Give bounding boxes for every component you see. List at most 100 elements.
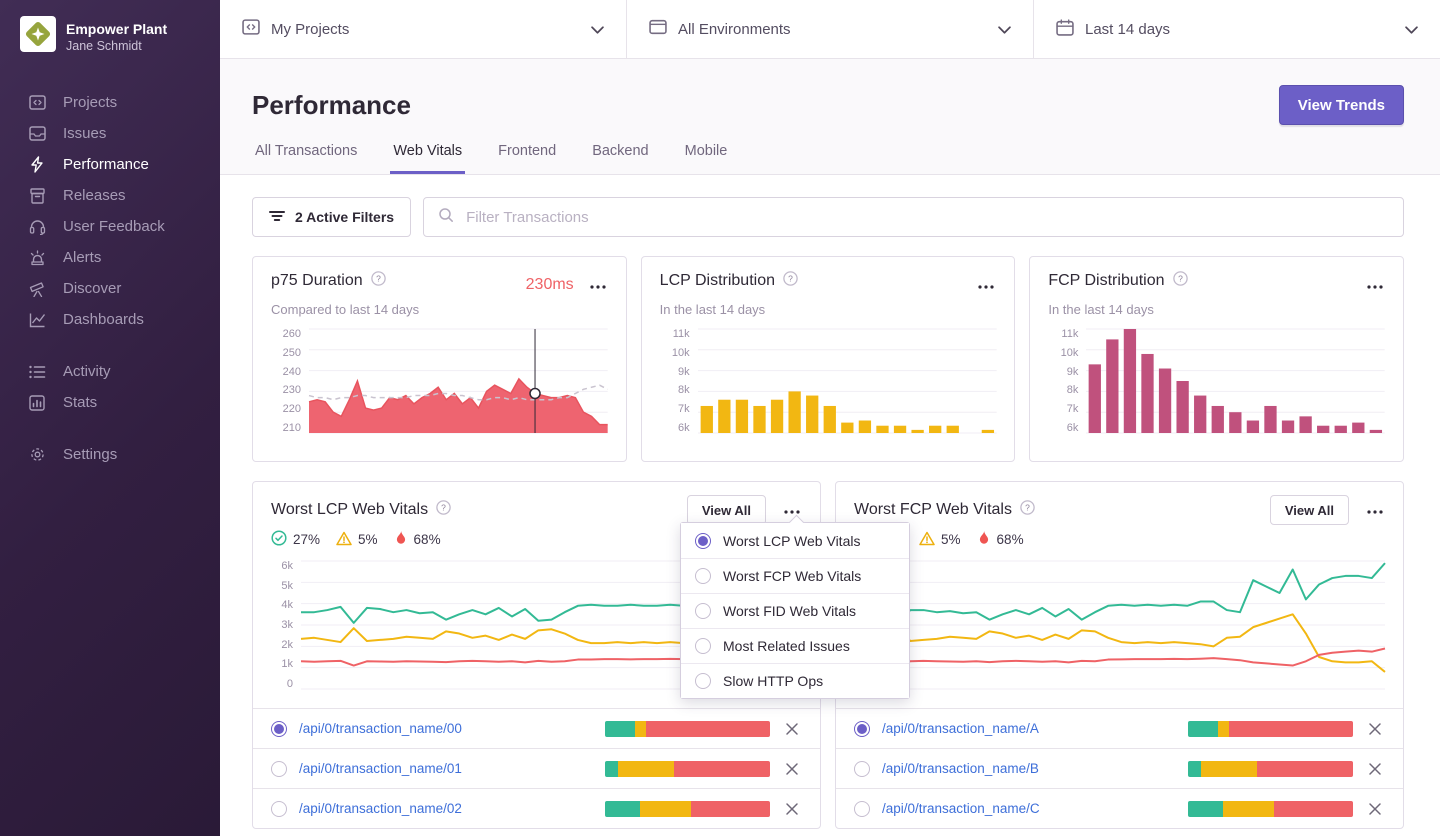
- tab-web-vitals[interactable]: Web Vitals: [390, 143, 465, 174]
- lcp-distribution-chart: [698, 329, 997, 433]
- sidebar-item-issues[interactable]: Issues: [0, 118, 220, 149]
- worst-fcp-title: Worst FCP Web Vitals: [854, 501, 1012, 519]
- active-filters-button[interactable]: 2 Active Filters: [252, 197, 411, 237]
- sidebar-item-dashboards[interactable]: Dashboards: [0, 304, 220, 335]
- help-icon[interactable]: ?: [1020, 500, 1035, 520]
- project-selector[interactable]: My Projects: [220, 0, 626, 58]
- transaction-radio[interactable]: [854, 801, 870, 817]
- transaction-radio[interactable]: [271, 761, 287, 777]
- close-icon[interactable]: [1365, 759, 1385, 779]
- meh-percent: 5%: [358, 532, 378, 547]
- org-user: Jane Schmidt: [66, 38, 167, 54]
- dropdown-item-slow-http-ops[interactable]: Slow HTTP Ops: [681, 663, 909, 698]
- transaction-radio[interactable]: [271, 801, 287, 817]
- web-vitals-cards-row: Worst LCP Web Vitals ? View All 27% 5%: [252, 481, 1404, 829]
- active-filters-label: 2 Active Filters: [295, 209, 394, 225]
- transaction-row: /api/0/transaction_name/00: [253, 708, 820, 748]
- good-percent: 27%: [293, 532, 320, 547]
- transaction-link[interactable]: /api/0/transaction_name/02: [299, 801, 593, 816]
- dropdown-item-label: Worst FCP Web Vitals: [723, 568, 861, 584]
- transaction-link[interactable]: /api/0/transaction_name/C: [882, 801, 1176, 816]
- close-icon[interactable]: [782, 719, 802, 739]
- dropdown-radio: [695, 568, 711, 584]
- transaction-radio[interactable]: [854, 761, 870, 777]
- svg-text:?: ?: [788, 273, 793, 283]
- sidebar-item-settings[interactable]: Settings: [0, 439, 220, 470]
- warning-triangle-icon: [919, 531, 935, 549]
- close-icon[interactable]: [1365, 719, 1385, 739]
- tab-frontend[interactable]: Frontend: [495, 143, 559, 174]
- help-icon[interactable]: ?: [783, 271, 798, 291]
- issues-icon: [28, 125, 46, 143]
- worst-fcp-chart: [884, 561, 1385, 689]
- dropdown-radio: [695, 603, 711, 619]
- main-column: My Projects All Environments Last 14 day…: [220, 0, 1440, 836]
- sidebar-item-stats[interactable]: Stats: [0, 387, 220, 418]
- sidebar-item-label: Alerts: [63, 249, 101, 266]
- transaction-radio[interactable]: [271, 721, 287, 737]
- sidebar: Empower Plant Jane Schmidt Projects Issu…: [0, 0, 220, 836]
- dropdown-radio: [695, 673, 711, 689]
- p75-card-title: p75 Duration: [271, 272, 363, 290]
- y-axis: 11k10k9k8k7k6k: [1048, 329, 1078, 433]
- close-icon[interactable]: [782, 799, 802, 819]
- svg-text:?: ?: [1178, 273, 1183, 283]
- transaction-radio[interactable]: [854, 721, 870, 737]
- p75-value: 230ms: [526, 276, 574, 294]
- vitals-breakdown-bar: [1188, 801, 1353, 817]
- environment-selector[interactable]: All Environments: [626, 0, 1033, 58]
- view-trends-button[interactable]: View Trends: [1279, 85, 1404, 125]
- transaction-link[interactable]: /api/0/transaction_name/B: [882, 761, 1176, 776]
- tab-backend[interactable]: Backend: [589, 143, 651, 174]
- transaction-link[interactable]: /api/0/transaction_name/A: [882, 721, 1176, 736]
- dropdown-item-worst-fid[interactable]: Worst FID Web Vitals: [681, 593, 909, 628]
- view-all-button[interactable]: View All: [1270, 495, 1349, 525]
- date-range-selector[interactable]: Last 14 days: [1033, 0, 1440, 58]
- dropdown-item-label: Slow HTTP Ops: [723, 673, 823, 689]
- org-logo-icon: [20, 16, 56, 57]
- more-options-icon[interactable]: [1365, 271, 1385, 299]
- dropdown-item-most-related-issues[interactable]: Most Related Issues: [681, 628, 909, 663]
- sidebar-item-activity[interactable]: Activity: [0, 356, 220, 387]
- more-options-icon[interactable]: [588, 271, 608, 299]
- more-options-icon[interactable]: [1365, 496, 1385, 524]
- org-text: Empower Plant Jane Schmidt: [66, 20, 167, 54]
- sidebar-item-discover[interactable]: Discover: [0, 273, 220, 304]
- sidebar-item-alerts[interactable]: Alerts: [0, 242, 220, 273]
- check-circle-icon: [271, 530, 287, 549]
- chevron-down-icon: [1405, 21, 1418, 38]
- content-area: 2 Active Filters p75 Duration ?: [220, 175, 1440, 836]
- project-selector-label: My Projects: [271, 21, 580, 38]
- view-all-button[interactable]: View All: [687, 495, 766, 525]
- help-icon[interactable]: ?: [436, 500, 451, 520]
- sidebar-item-releases[interactable]: Releases: [0, 180, 220, 211]
- filter-row: 2 Active Filters: [252, 197, 1404, 237]
- flame-icon: [977, 530, 991, 549]
- dropdown-item-label: Worst LCP Web Vitals: [723, 533, 860, 549]
- tab-mobile[interactable]: Mobile: [682, 143, 731, 174]
- more-options-icon[interactable]: [976, 271, 996, 299]
- close-icon[interactable]: [1365, 799, 1385, 819]
- help-icon[interactable]: ?: [1173, 271, 1188, 291]
- list-icon: [28, 363, 46, 381]
- transaction-link[interactable]: /api/0/transaction_name/00: [299, 721, 593, 736]
- help-icon[interactable]: ?: [371, 271, 386, 291]
- projects-icon: [28, 94, 46, 112]
- dropdown-item-worst-lcp[interactable]: Worst LCP Web Vitals: [681, 523, 909, 558]
- org-switcher[interactable]: Empower Plant Jane Schmidt: [0, 16, 220, 57]
- sidebar-item-projects[interactable]: Projects: [0, 87, 220, 118]
- tab-all-transactions[interactable]: All Transactions: [252, 143, 360, 174]
- dropdown-item-worst-fcp[interactable]: Worst FCP Web Vitals: [681, 558, 909, 593]
- vitals-breakdown-bar: [605, 761, 770, 777]
- transaction-list: /api/0/transaction_name/A /api/0/transac…: [836, 708, 1403, 828]
- search-input[interactable]: [464, 208, 1389, 227]
- fcp-card-subtitle: In the last 14 days: [1048, 302, 1385, 317]
- close-icon[interactable]: [782, 759, 802, 779]
- dropdown-item-label: Worst FID Web Vitals: [723, 603, 856, 619]
- transaction-row: /api/0/transaction_name/01: [253, 748, 820, 788]
- transaction-link[interactable]: /api/0/transaction_name/01: [299, 761, 593, 776]
- sidebar-item-performance[interactable]: Performance: [0, 149, 220, 180]
- lcp-card-subtitle: In the last 14 days: [660, 302, 997, 317]
- sidebar-item-user-feedback[interactable]: User Feedback: [0, 211, 220, 242]
- org-name: Empower Plant: [66, 20, 167, 38]
